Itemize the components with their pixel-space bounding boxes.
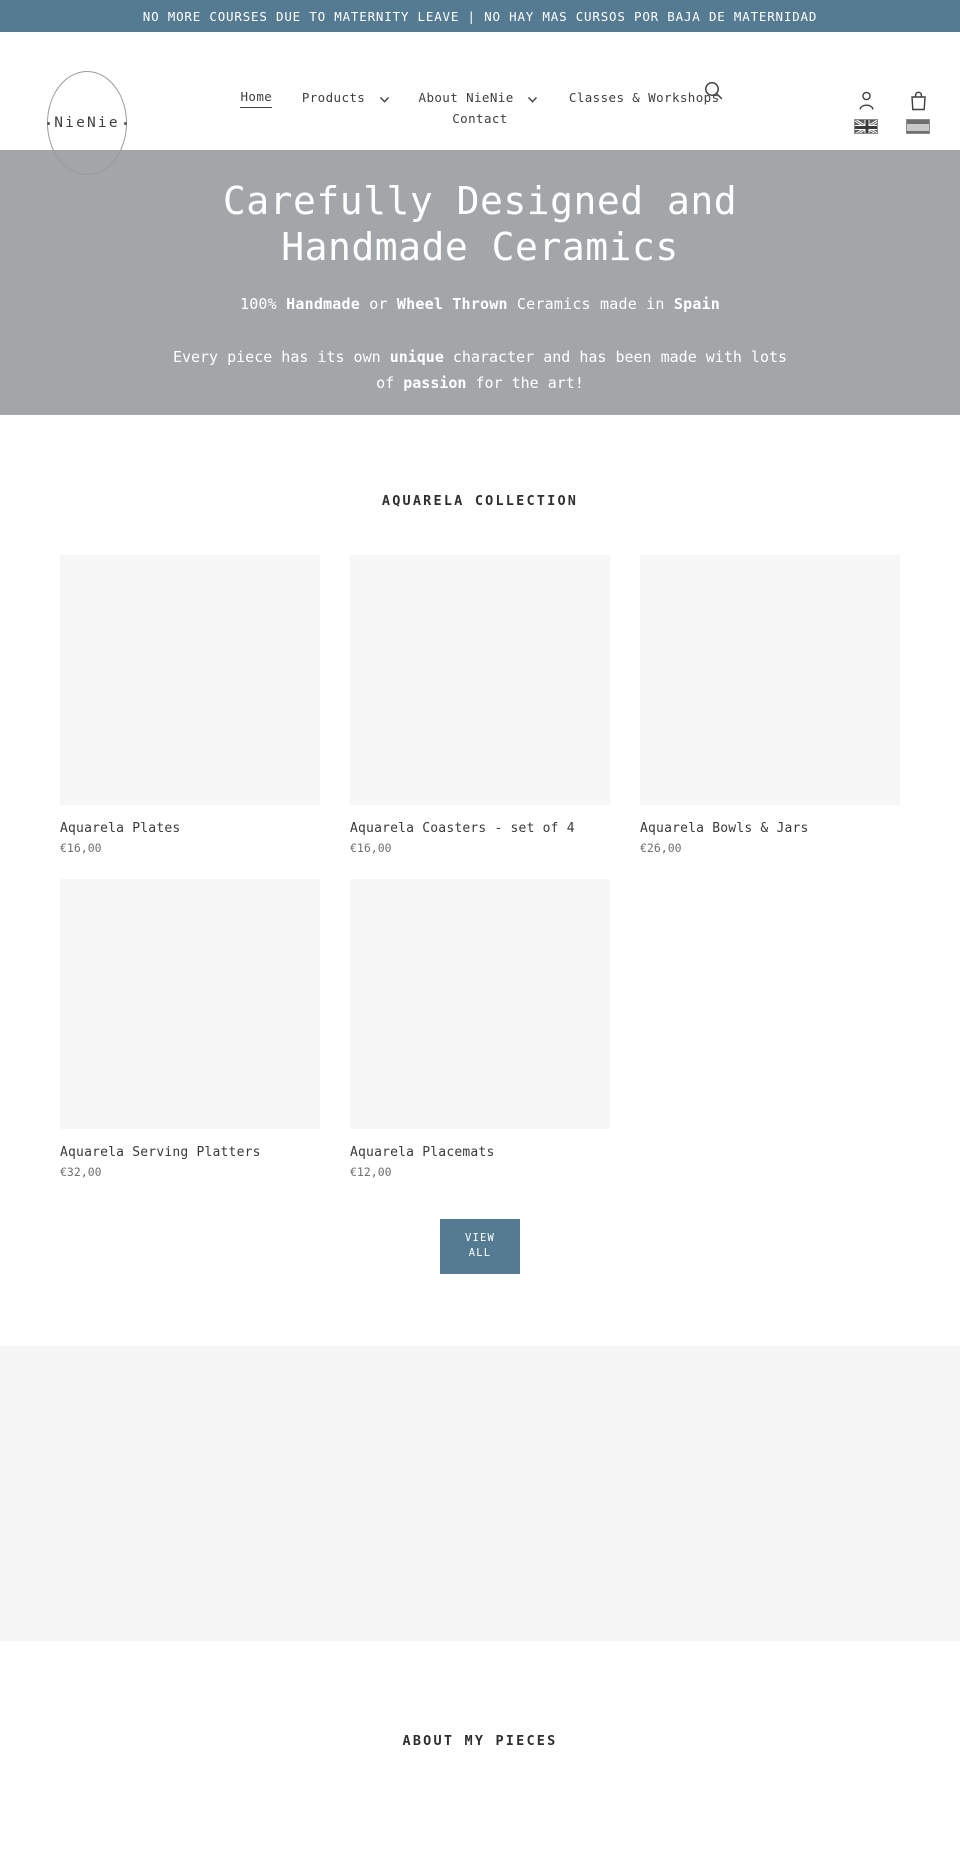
view-all-wrapper: VIEW ALL [0,1219,960,1346]
hero-body-bold2: passion [403,374,467,392]
hero-title-line2: Handmade Ceramics [281,225,679,269]
product-image[interactable] [350,555,610,805]
product-price: €26,00 [640,841,682,855]
product-title: Aquarela Placemats [350,1145,495,1160]
aquarela-collection-section: AQUARELA COLLECTION Aquarela Plates €16,… [0,415,960,1346]
about-title: ABOUT MY PIECES [402,1733,558,1749]
nav-item-about-nienie[interactable]: About NieNie [419,89,514,108]
site-header: NieNie Home Products About NieNie Classe… [0,32,960,175]
hero-body-part3: for the art! [466,374,584,392]
chevron-down-icon[interactable] [378,93,391,106]
collection-title: AQUARELA COLLECTION [381,493,579,509]
product-price: €12,00 [350,1165,392,1179]
chevron-down-icon[interactable] [526,93,539,106]
cart-icon[interactable] [910,90,927,112]
nav-item-classes-workshops[interactable]: Classes & Workshops [569,89,720,108]
hero-banner: Carefully Designed and Handmade Ceramics… [0,150,960,415]
uk-flag-icon[interactable] [854,119,878,134]
product-title: Aquarela Serving Platters [60,1145,261,1160]
nav-item-home[interactable]: Home [240,88,273,108]
product-image[interactable] [60,879,320,1129]
product-image[interactable] [640,555,900,805]
product-card[interactable]: Aquarela Bowls & Jars €26,00 [640,555,900,855]
product-card[interactable]: Aquarela Plates €16,00 [60,555,320,855]
nav-item-contact[interactable]: Contact [452,110,507,129]
product-price: €32,00 [60,1165,102,1179]
nav-item-products[interactable]: Products [302,89,365,108]
search-icon[interactable] [703,80,725,102]
announcement-text: NO MORE COURSES DUE TO MATERNITY LEAVE |… [142,8,818,24]
nav-row-primary: Home Products About NieNie Classes & Wor… [0,88,960,108]
hero-sub-bold1: Handmade [286,295,360,313]
product-image[interactable] [60,555,320,805]
product-card[interactable]: Aquarela Serving Platters €32,00 [60,879,320,1179]
hero-sub-bold2: Wheel Thrown [396,295,508,313]
product-grid: Aquarela Plates €16,00 Aquarela Coasters… [60,555,900,1179]
spain-flag-icon[interactable] [906,119,930,134]
nav-row-secondary: Contact [0,110,960,129]
product-price: €16,00 [60,841,102,855]
header-icon-group [848,90,936,134]
hero-sub-part1: 100% [239,295,287,313]
announcement-bar: NO MORE COURSES DUE TO MATERNITY LEAVE |… [0,0,960,32]
hero-sub-part3: Ceramics made in [507,295,674,313]
account-column [848,90,884,134]
hero-body-bold1: unique [389,348,444,366]
product-price: €16,00 [350,841,392,855]
hero-title: Carefully Designed and Handmade Ceramics [170,178,790,270]
view-all-line2: ALL [468,1247,492,1259]
media-placeholder-band [0,1346,960,1641]
product-card[interactable]: Aquarela Placemats €12,00 [350,879,610,1179]
hero-subtitle: 100% Handmade or Wheel Thrown Ceramics m… [0,292,960,316]
product-title: Aquarela Coasters - set of 4 [350,821,575,836]
nav-group-products: Products [302,89,391,108]
product-title: Aquarela Plates [60,821,181,836]
about-my-pieces-section: ABOUT MY PIECES [0,1641,960,1749]
view-all-line1: VIEW [464,1232,496,1244]
nav-group-about: About NieNie [419,89,540,108]
account-icon[interactable] [858,90,875,112]
hero-title-line1: Carefully Designed and [222,179,738,223]
product-image[interactable] [350,879,610,1129]
hero-body-text: Every piece has its own unique character… [160,344,800,396]
product-card[interactable]: Aquarela Coasters - set of 4 €16,00 [350,555,610,855]
view-all-button[interactable]: VIEW ALL [440,1219,520,1274]
cart-column [900,90,936,134]
hero-sub-part2: or [359,295,397,313]
hero-body-part1: Every piece has its own [172,348,390,366]
main-navigation: Home Products About NieNie Classes & Wor… [0,88,960,129]
hero-sub-bold3: Spain [673,295,721,313]
product-title: Aquarela Bowls & Jars [640,821,809,836]
